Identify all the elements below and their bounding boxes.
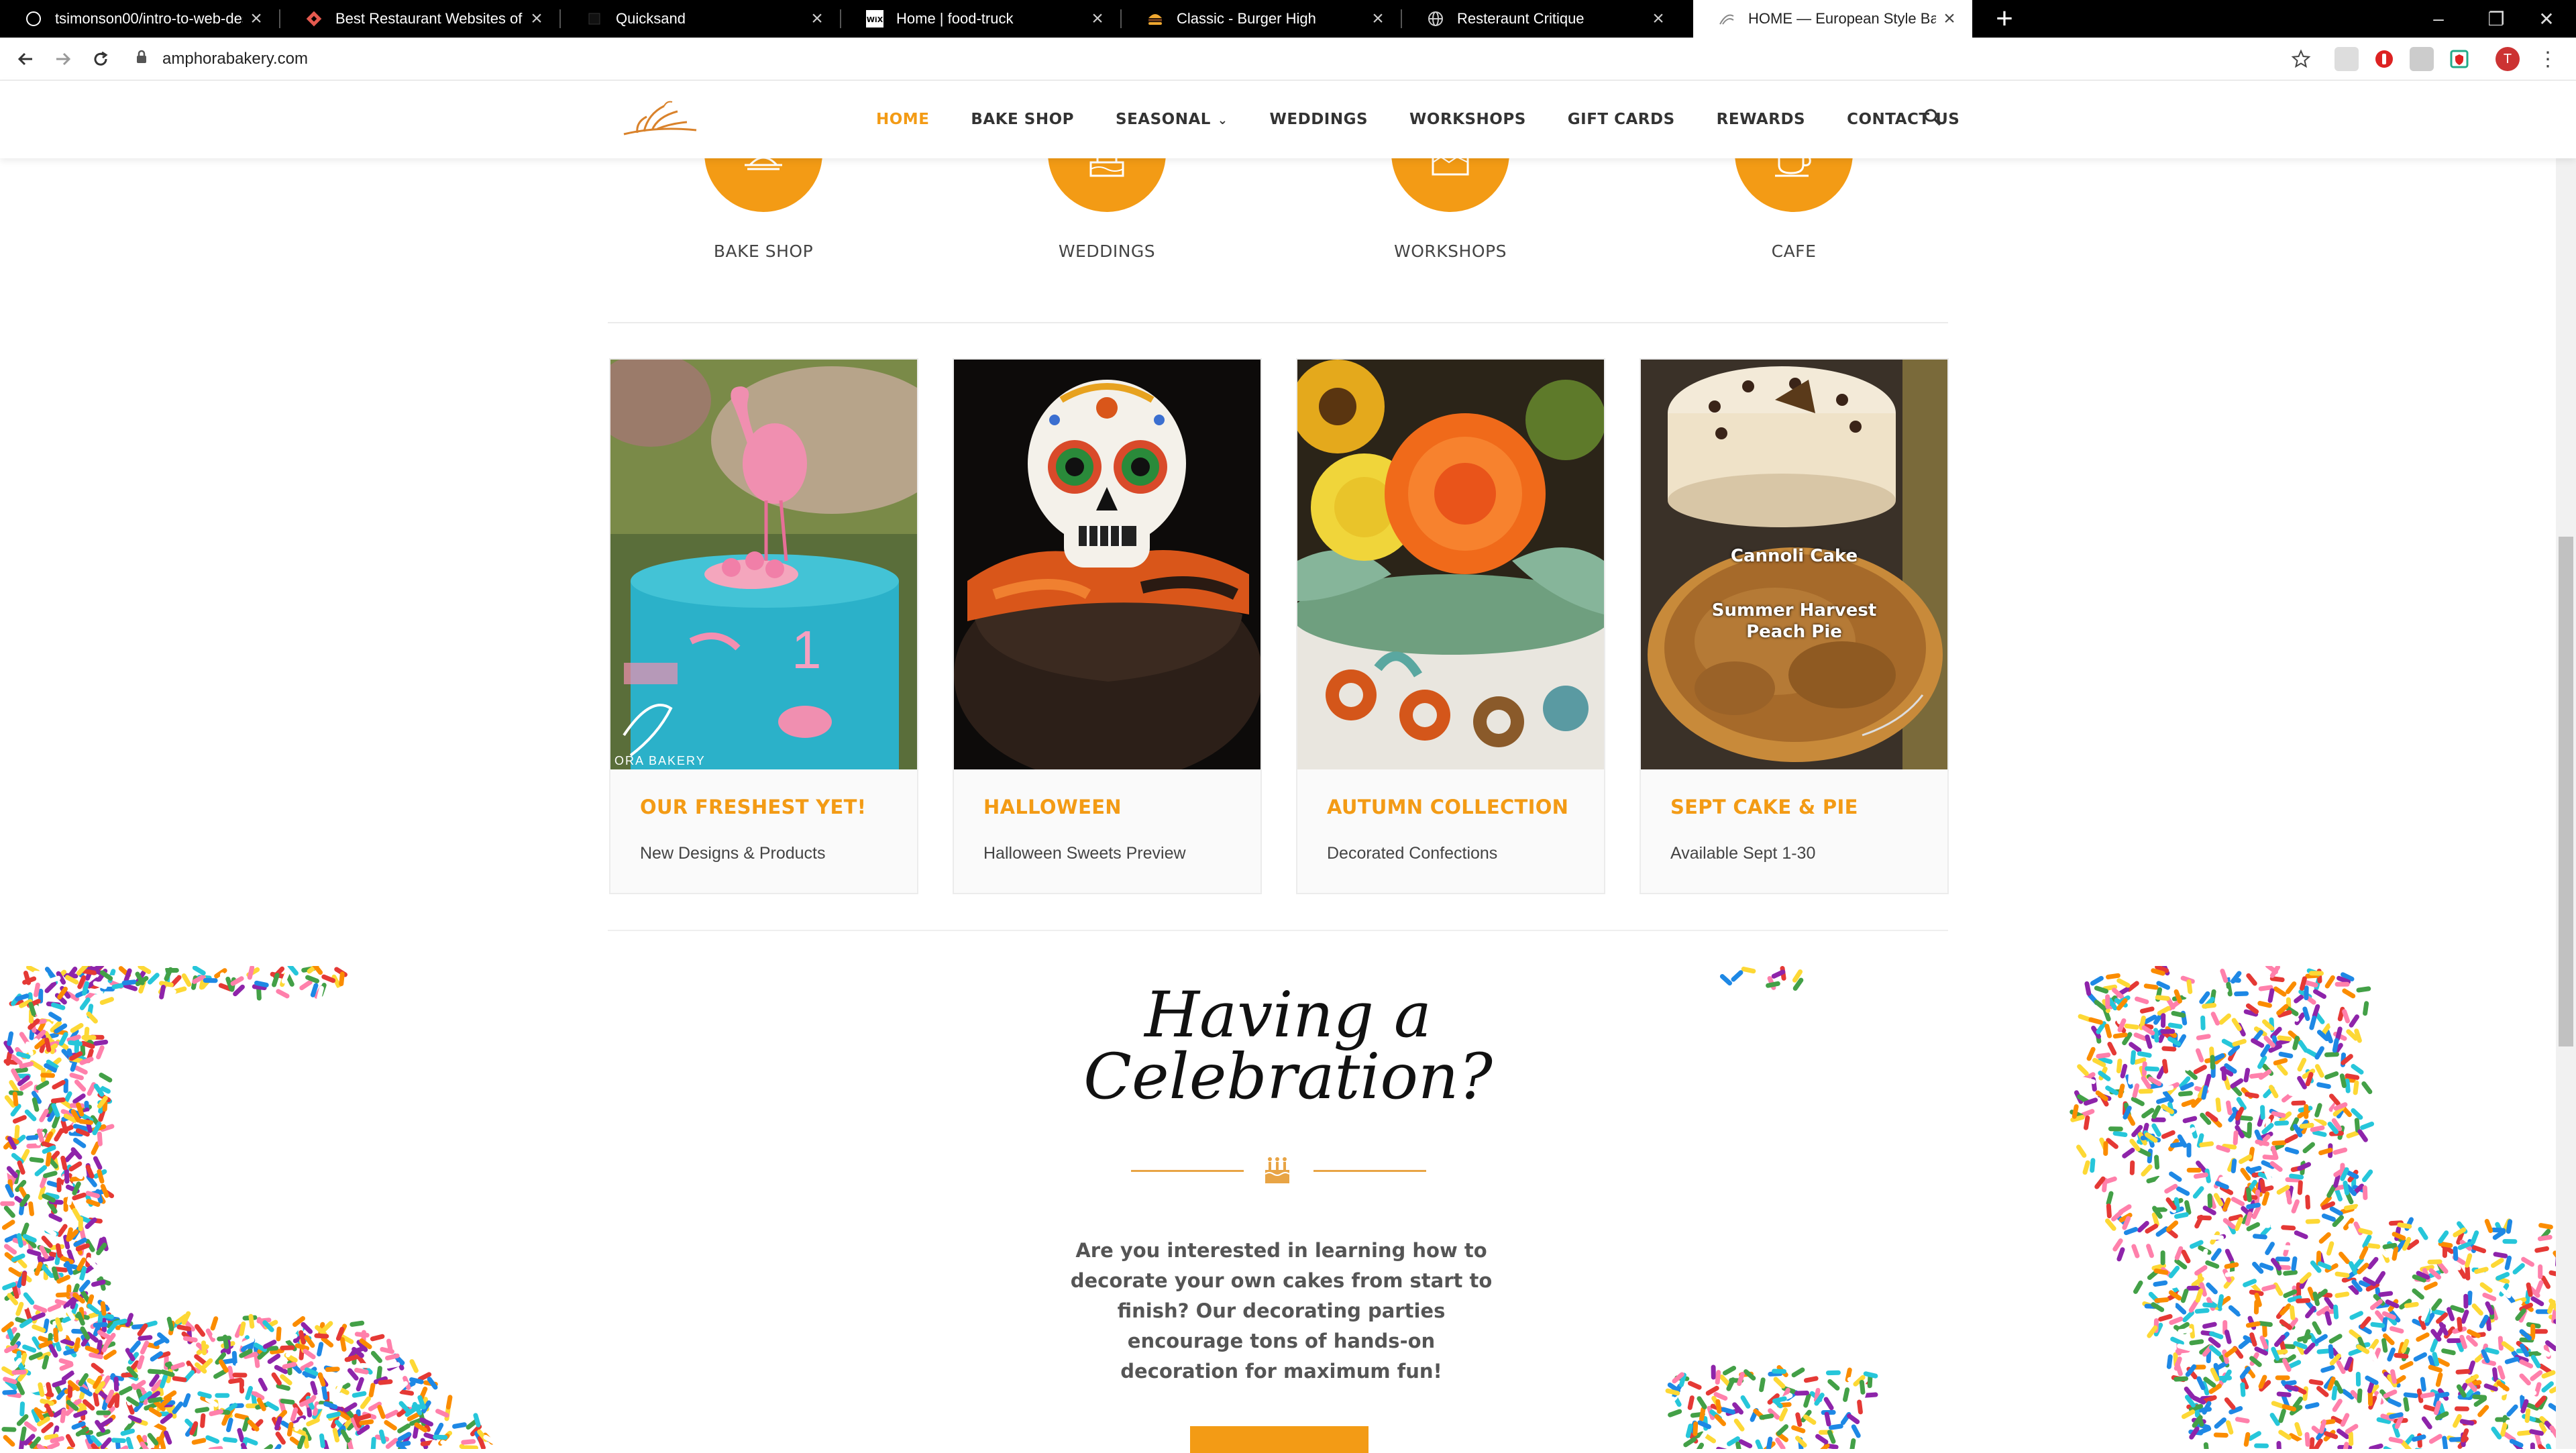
back-icon[interactable] bbox=[9, 43, 42, 75]
svg-text:1: 1 bbox=[792, 620, 822, 680]
extension-icon[interactable] bbox=[2334, 47, 2359, 71]
browser-tab-github[interactable]: tsimonson00/intro-to-web-desig × bbox=[0, 0, 279, 38]
card-title[interactable]: OUR FRESHEST YET! bbox=[640, 796, 866, 818]
nav-bake-shop[interactable]: BAKE SHOP bbox=[971, 111, 1074, 128]
close-tab-icon[interactable]: × bbox=[523, 7, 550, 30]
browser-tab-burger-high[interactable]: Classic - Burger High × bbox=[1122, 0, 1401, 38]
card-sept-cake-pie[interactable]: Cannoli Cake Summer Harvest Peach Pie SE… bbox=[1640, 358, 1949, 894]
search-icon[interactable] bbox=[1923, 107, 1947, 131]
autumn-flower-cake-image bbox=[1297, 360, 1604, 769]
svg-text:WiX: WiX bbox=[867, 15, 883, 24]
cake-caption: Cannoli Cake bbox=[1730, 546, 1858, 566]
nav-seasonal-label: SEASONAL bbox=[1116, 111, 1211, 128]
amphora-logo[interactable] bbox=[617, 94, 704, 145]
diamond-icon bbox=[305, 9, 323, 28]
browser-tab-critique[interactable]: Resteraunt Critique × bbox=[1402, 0, 1681, 38]
profile-avatar[interactable]: T bbox=[2496, 47, 2520, 71]
nav-home[interactable]: HOME bbox=[876, 111, 929, 128]
celebration-cta-button[interactable] bbox=[1190, 1426, 1368, 1453]
close-tab-icon[interactable]: × bbox=[804, 7, 830, 30]
card-title[interactable]: HALLOWEEN bbox=[983, 796, 1122, 818]
browser-tab-bar: tsimonson00/intro-to-web-desig × Best Re… bbox=[0, 0, 2576, 38]
celebration-title-line: Having a bbox=[1144, 979, 1432, 1052]
browser-tab-amphora-active[interactable]: HOME — European Style Bakery × bbox=[1693, 0, 1972, 38]
browser-tab-quicksand[interactable]: Quicksand × bbox=[561, 0, 840, 38]
new-tab-button[interactable]: + bbox=[1986, 0, 2023, 38]
celebration-title: Having a Celebration? bbox=[1046, 979, 1529, 1114]
close-tab-icon[interactable]: × bbox=[1645, 7, 1672, 30]
browser-tab-food-truck[interactable]: WiX Home | food-truck × bbox=[841, 0, 1120, 38]
pie-caption-line: Summer Harvest bbox=[1711, 600, 1877, 621]
profile-initial: T bbox=[2503, 51, 2512, 66]
lock-icon bbox=[131, 50, 152, 68]
card-halloween[interactable]: HALLOWEEN Halloween Sweets Preview bbox=[953, 358, 1262, 894]
bakery-logo-icon bbox=[1717, 9, 1736, 28]
page-scrollbar-thumb[interactable] bbox=[2559, 537, 2573, 1046]
menu-dots-icon[interactable]: ⋮ bbox=[2536, 47, 2560, 71]
divider bbox=[608, 930, 1948, 931]
tab-title: Classic - Burger High bbox=[1177, 10, 1316, 27]
wix-icon: WiX bbox=[865, 9, 884, 28]
site-header: HOME BAKE SHOP SEASONAL ⌄ WEDDINGS WORKSH… bbox=[0, 80, 2576, 158]
nav-rewards[interactable]: REWARDS bbox=[1717, 111, 1805, 128]
service-label: CAFE bbox=[1771, 241, 1817, 261]
card-subtitle: Decorated Confections bbox=[1327, 844, 1498, 863]
close-tab-icon[interactable]: × bbox=[243, 7, 270, 30]
nav-seasonal[interactable]: SEASONAL ⌄ bbox=[1116, 111, 1228, 128]
reload-icon[interactable] bbox=[85, 43, 117, 75]
sprinkles-left-decoration bbox=[0, 966, 497, 1449]
divider-line-right bbox=[1313, 1170, 1426, 1172]
nav-gift-cards[interactable]: GIFT CARDS bbox=[1568, 111, 1675, 128]
browser-tab-restaurant-websites[interactable]: Best Restaurant Websites of 2018 × bbox=[280, 0, 559, 38]
address-bar: amphorabakery.com T ⋮ bbox=[0, 38, 2576, 80]
tab-title: Resteraunt Critique bbox=[1457, 10, 1585, 27]
service-label: WORKSHOPS bbox=[1394, 241, 1507, 261]
celebration-description: Are you interested in learning how to de… bbox=[1070, 1239, 1493, 1383]
tab-title: tsimonson00/intro-to-web-desig bbox=[55, 10, 243, 27]
card-subtitle: New Designs & Products bbox=[640, 844, 826, 863]
watermark-text: ORA BAKERY bbox=[614, 754, 706, 767]
tab-title: Home | food-truck bbox=[896, 10, 1014, 27]
card-title[interactable]: SEPT CAKE & PIE bbox=[1670, 796, 1858, 818]
chevron-down-icon: ⌄ bbox=[1217, 113, 1228, 127]
close-window-button[interactable]: ✕ bbox=[2517, 0, 2576, 38]
celebration-title-line: Celebration? bbox=[1083, 1040, 1493, 1114]
forward-icon[interactable] bbox=[47, 43, 79, 75]
pie-caption: Summer Harvest Peach Pie bbox=[1641, 600, 1947, 643]
main-menu: HOME BAKE SHOP SEASONAL ⌄ WEDDINGS WORKSH… bbox=[876, 80, 2001, 158]
service-label: BAKE SHOP bbox=[713, 241, 814, 261]
close-tab-icon[interactable]: × bbox=[1936, 7, 1963, 30]
divider-line-left bbox=[1131, 1170, 1244, 1172]
close-tab-icon[interactable]: × bbox=[1364, 7, 1391, 30]
globe-icon bbox=[1426, 9, 1445, 28]
pie-caption-line: Peach Pie bbox=[1746, 622, 1842, 642]
flamingo-cake-image: 1 ORA BAKERY bbox=[610, 360, 917, 769]
tab-title: Quicksand bbox=[616, 10, 686, 27]
github-icon bbox=[24, 9, 43, 28]
cannoli-cake-pie-image: Cannoli Cake Summer Harvest Peach Pie bbox=[1641, 360, 1947, 769]
url-text: amphorabakery.com bbox=[162, 50, 308, 68]
shield-extension-icon[interactable] bbox=[2447, 47, 2471, 71]
url-field[interactable]: amphorabakery.com bbox=[131, 43, 2305, 75]
blank-icon bbox=[585, 9, 604, 28]
tab-title: HOME — European Style Bakery bbox=[1748, 10, 1936, 27]
nav-workshops[interactable]: WORKSHOPS bbox=[1409, 111, 1526, 128]
card-subtitle: Available Sept 1-30 bbox=[1670, 844, 1816, 863]
nav-weddings[interactable]: WEDDINGS bbox=[1270, 111, 1368, 128]
sprinkles-right-decoration bbox=[1665, 966, 2570, 1449]
burger-icon bbox=[1146, 9, 1165, 28]
tab-title: Best Restaurant Websites of 2018 bbox=[335, 10, 523, 27]
card-subtitle: Halloween Sweets Preview bbox=[983, 844, 1186, 863]
divider bbox=[608, 322, 1948, 323]
close-tab-icon[interactable]: × bbox=[1084, 7, 1111, 30]
adblock-icon[interactable] bbox=[2372, 47, 2396, 71]
bookmark-star-icon[interactable] bbox=[2289, 47, 2313, 71]
service-label: WEDDINGS bbox=[1058, 241, 1156, 261]
card-freshest[interactable]: 1 ORA BAKERY OUR FRESHEST YET! New Desig… bbox=[609, 358, 918, 894]
extension-icon[interactable] bbox=[2410, 47, 2434, 71]
birthday-cake-icon bbox=[1260, 1152, 1295, 1187]
card-autumn[interactable]: AUTUMN COLLECTION Decorated Confections bbox=[1296, 358, 1605, 894]
card-title[interactable]: AUTUMN COLLECTION bbox=[1327, 796, 1568, 818]
sugar-skull-cupcake-image bbox=[954, 360, 1260, 769]
